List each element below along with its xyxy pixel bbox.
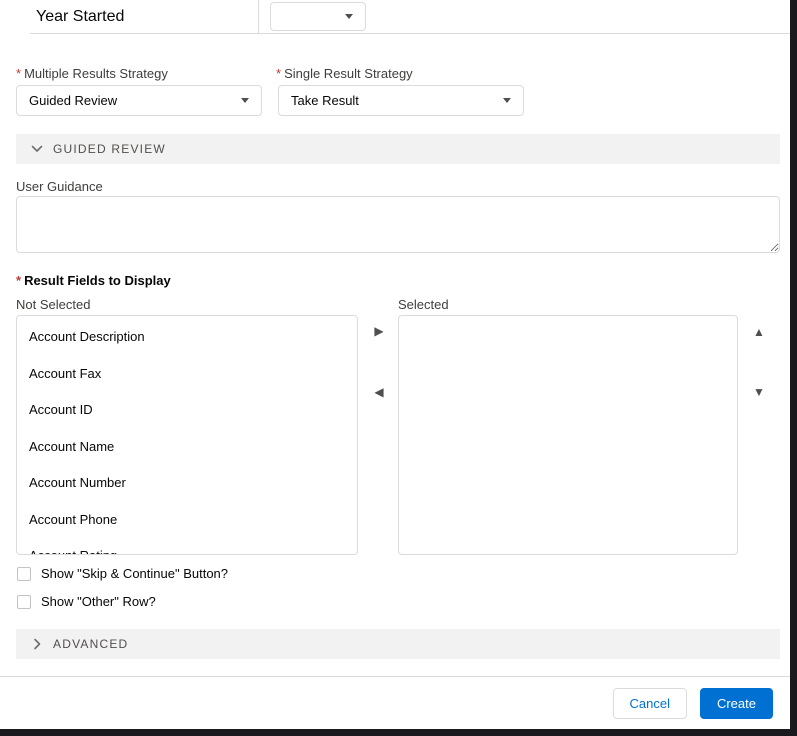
required-asterisk: *	[276, 66, 282, 81]
page-background: { "ui": { "required_marker": "*" }, "yea…	[0, 0, 797, 736]
chevron-down-icon	[241, 98, 249, 103]
other-row-row: Show "Other" Row?	[17, 594, 156, 609]
result-fields-label: * Result Fields to Display	[16, 273, 171, 288]
modal-footer: Cancel Create	[0, 676, 790, 729]
multiple-results-strategy-label: * Multiple Results Strategy	[16, 66, 168, 81]
chevron-down-icon	[345, 14, 353, 19]
list-item[interactable]: Account ID	[17, 393, 357, 430]
single-result-strategy-text: Single Result Strategy	[284, 66, 413, 81]
create-button[interactable]: Create	[699, 687, 773, 719]
list-item[interactable]: Account Rating	[17, 539, 357, 554]
row-divider	[30, 33, 790, 34]
skip-continue-checkbox[interactable]	[17, 566, 31, 581]
list-item[interactable]: Account Name	[17, 430, 357, 467]
single-result-strategy-dropdown[interactable]: Take Result	[278, 85, 524, 116]
result-fields-text: Result Fields to Display	[24, 273, 171, 288]
year-started-dropdown[interactable]	[270, 2, 366, 31]
single-result-strategy-value: Take Result	[291, 93, 359, 108]
chevron-down-icon	[503, 98, 511, 103]
user-guidance-textarea[interactable]	[16, 196, 780, 253]
selected-listbox[interactable]	[398, 315, 738, 555]
required-asterisk: *	[16, 273, 22, 288]
user-guidance-label: User Guidance	[16, 179, 103, 194]
list-item[interactable]: Account Phone	[17, 503, 357, 540]
move-right-button[interactable]: ▶	[372, 325, 386, 337]
multiple-results-strategy-dropdown[interactable]: Guided Review	[16, 85, 262, 116]
create-dialog: Year Started * Multiple Results Strategy …	[0, 0, 790, 729]
not-selected-list: Account Description Account Fax Account …	[17, 316, 357, 554]
chevron-down-icon	[31, 145, 43, 152]
move-left-button[interactable]: ◀	[372, 386, 386, 398]
other-row-label: Show "Other" Row?	[41, 594, 156, 609]
other-row-checkbox[interactable]	[17, 594, 31, 609]
year-started-label: Year Started	[36, 8, 125, 25]
move-up-button[interactable]: ▲	[752, 326, 766, 338]
selected-list	[399, 316, 737, 320]
multiple-results-strategy-value: Guided Review	[29, 93, 118, 108]
not-selected-listbox[interactable]: Account Description Account Fax Account …	[16, 315, 358, 555]
move-down-button[interactable]: ▼	[752, 386, 766, 398]
skip-continue-label: Show "Skip & Continue" Button?	[41, 566, 229, 581]
section-guided-review-title: GUIDED REVIEW	[53, 142, 166, 156]
not-selected-label: Not Selected	[16, 297, 91, 312]
single-result-strategy-label: * Single Result Strategy	[276, 66, 413, 81]
cancel-button[interactable]: Cancel	[612, 687, 687, 719]
section-advanced[interactable]: ADVANCED	[16, 629, 780, 659]
multiple-results-strategy-text: Multiple Results Strategy	[24, 66, 168, 81]
list-item[interactable]: Account Fax	[17, 357, 357, 394]
skip-continue-row: Show "Skip & Continue" Button?	[17, 566, 228, 581]
column-divider	[258, 0, 259, 33]
section-advanced-title: ADVANCED	[53, 637, 129, 651]
selected-label: Selected	[398, 297, 449, 312]
chevron-right-icon	[34, 638, 41, 650]
list-item[interactable]: Account Number	[17, 466, 357, 503]
section-guided-review[interactable]: GUIDED REVIEW	[16, 134, 780, 164]
list-item[interactable]: Account Description	[17, 320, 357, 357]
required-asterisk: *	[16, 66, 22, 81]
